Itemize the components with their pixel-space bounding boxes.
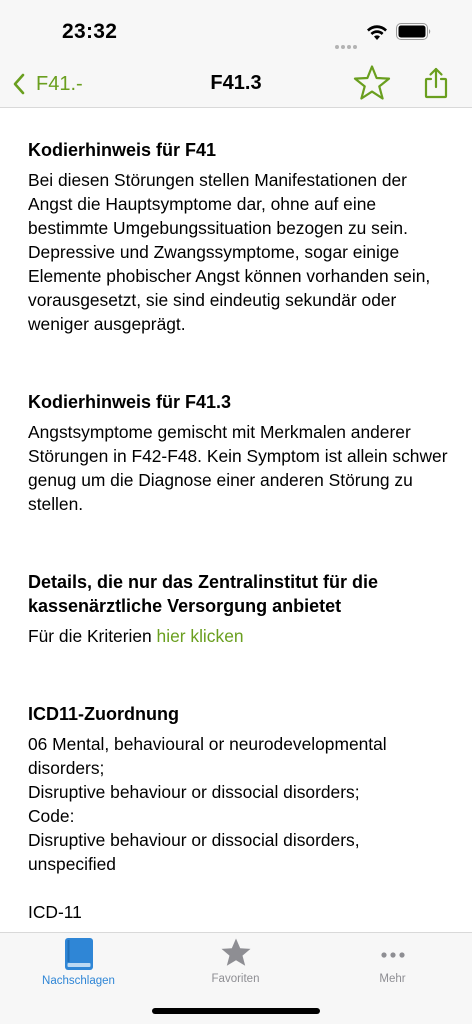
page-title: F41.3 — [210, 72, 262, 94]
book-icon — [64, 938, 93, 970]
icd11-line: 06 Mental, behavioural or neurodevelopme… — [28, 734, 387, 778]
share-icon[interactable] — [422, 66, 450, 100]
section-body: 06 Mental, behavioural or neurodevelopme… — [28, 732, 452, 924]
icd11-line: Code: — [28, 806, 75, 826]
tab-label: Mehr — [379, 973, 406, 985]
section-body: Bei diesen Störungen stellen Manifestati… — [28, 170, 431, 334]
favorite-star-icon[interactable] — [352, 64, 392, 102]
section-zi-details: Details, die nur das Zentralinstitut für… — [28, 570, 452, 648]
tab-nachschlagen[interactable]: Nachschlagen — [0, 937, 157, 993]
icd11-line: Disruptive behaviour or dissocial disord… — [28, 830, 360, 874]
tab-label: Favoriten — [211, 973, 260, 985]
home-indicator — [152, 1008, 320, 1014]
content-scroll-view[interactable]: Kodierhinweis für F41 Bei diesen Störung… — [0, 108, 472, 932]
section-heading: Kodierhinweis für F41 — [28, 140, 217, 160]
section-heading: ICD11-Zuordnung — [28, 704, 179, 724]
icd11-line: Disruptive behaviour or dissocial disord… — [28, 782, 360, 802]
section-body: Für die Kriterien hier klicken — [28, 624, 452, 648]
signal-dots-icon — [335, 36, 359, 54]
section-heading: Kodierhinweis für F41.3 — [28, 392, 232, 412]
navigation-bar: F41.- F41.3 — [0, 60, 472, 108]
battery-icon — [396, 23, 431, 40]
more-icon — [380, 952, 405, 958]
section-coding-note-f41: Kodierhinweis für F41 Bei diesen Störung… — [28, 138, 452, 336]
tab-mehr[interactable]: Mehr — [314, 937, 471, 993]
star-icon — [221, 938, 250, 966]
icd11-source: ICD-11 — [28, 902, 82, 922]
status-bar: 23:32 — [0, 0, 472, 60]
wifi-icon — [367, 25, 387, 40]
section-body: Angstsymptome gemischt mit Merkmalen and… — [28, 422, 448, 514]
section-coding-note-f41-3: Kodierhinweis für F41.3 Angstsymptome ge… — [28, 390, 452, 516]
section-heading: Details, die nur das Zentralinstitut für… — [28, 572, 379, 616]
criteria-text: Für die Kriterien — [28, 626, 157, 646]
tab-favoriten[interactable]: Favoriten — [157, 937, 314, 993]
tab-label: Nachschlagen — [42, 975, 115, 987]
status-time: 23:32 — [62, 20, 118, 43]
criteria-link[interactable]: hier klicken — [157, 626, 244, 646]
section-icd11-mapping: ICD11-Zuordnung 06 Mental, behavioural o… — [28, 702, 452, 924]
